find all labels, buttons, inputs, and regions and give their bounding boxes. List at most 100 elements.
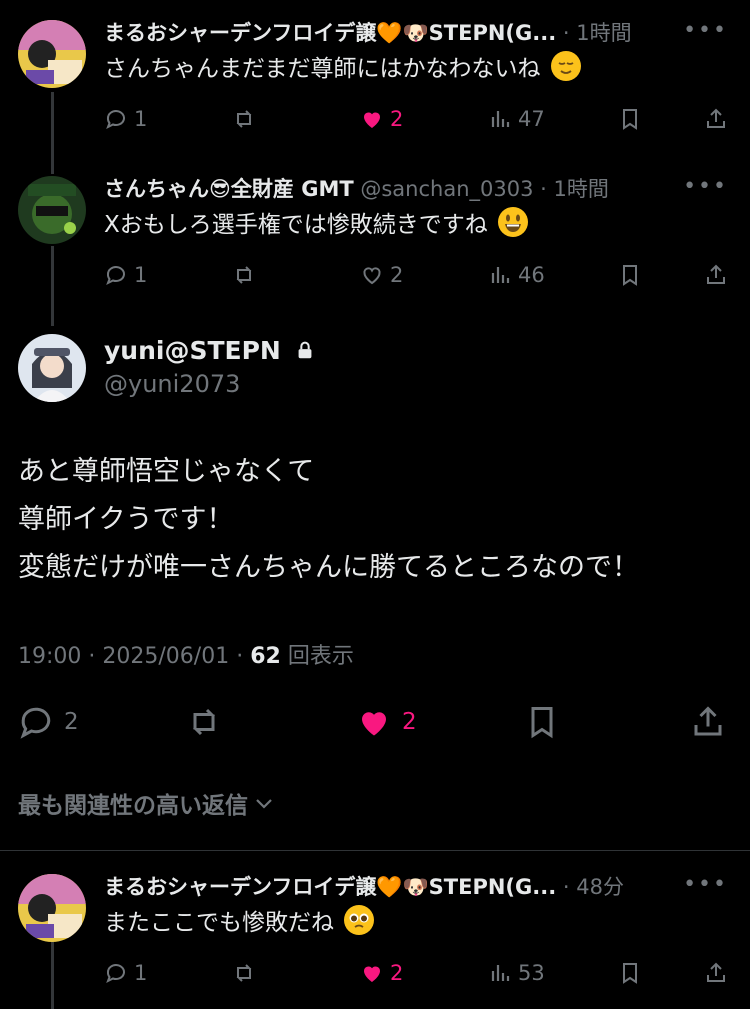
reply-button[interactable]: 2 <box>18 702 79 742</box>
bookmark-button[interactable] <box>524 702 570 742</box>
retweet-button[interactable] <box>232 258 262 292</box>
views-icon <box>491 965 510 981</box>
avatar[interactable] <box>18 874 86 942</box>
more-options-icon[interactable]: ••• <box>683 172 728 202</box>
like-count: 2 <box>402 709 417 735</box>
reply-count: 2 <box>64 709 79 735</box>
reply-sort-dropdown[interactable]: 最も関連性の高い返信 <box>18 786 276 820</box>
reply-header: まるおシャーデンフロイデ譲🧡🐶STEPN(G... · 1時間 <box>104 16 704 50</box>
post-text-line: あと尊師悟空じゃなくて <box>18 456 315 487</box>
author-name[interactable]: まるおシャーデンフロイデ譲🧡🐶STEPN(G... <box>104 875 556 899</box>
bookmark-icon <box>623 109 637 130</box>
post-time-separator: · <box>540 177 554 201</box>
avatar[interactable] <box>18 334 86 402</box>
reply-tweet[interactable]: さんちゃん😎全財産 GMT @sanchan_0303 · 1時間 ••• Xお… <box>0 172 750 302</box>
comment-icon <box>106 964 125 984</box>
post-actions: 2 2 <box>18 702 730 742</box>
reply-text: またここでも惨敗だね <box>104 904 375 942</box>
reply-button[interactable]: 1 <box>104 956 147 990</box>
reply-text-content: またここでも惨敗だね <box>104 910 334 936</box>
author-name[interactable]: まるおシャーデンフロイデ譲🧡🐶STEPN(G... <box>104 21 556 45</box>
share-icon <box>707 264 725 284</box>
author-handle[interactable]: @yuni2073 <box>104 370 240 398</box>
share-icon <box>694 706 722 736</box>
divider <box>0 850 750 851</box>
like-button[interactable]: 2 <box>360 258 403 292</box>
author-name-text: yuni@STEPN <box>104 336 281 365</box>
share-button[interactable] <box>704 102 734 136</box>
reply-button[interactable]: 1 <box>104 258 147 292</box>
chevron-down-icon <box>256 799 272 809</box>
like-button[interactable]: 2 <box>360 956 403 990</box>
reply-text: Xおもしろ選手権では惨敗続きですね <box>104 206 529 244</box>
bookmark-button[interactable] <box>618 102 648 136</box>
pleading-face-emoji <box>344 905 375 935</box>
reply-text-content: Xおもしろ選手権では惨敗続きですね <box>104 212 488 238</box>
author-name[interactable]: さんちゃん😎全財産 GMT <box>104 177 354 201</box>
like-count: 2 <box>390 961 404 985</box>
view-count: 46 <box>518 263 545 287</box>
reply-count: 1 <box>134 961 148 985</box>
post-time[interactable]: 19:00 <box>18 644 81 669</box>
relieved-face-emoji <box>550 51 581 81</box>
lock-icon <box>298 341 311 359</box>
meta-separator: · <box>88 644 103 669</box>
views-button[interactable]: 47 <box>488 102 545 136</box>
post-time[interactable]: 48分 <box>576 875 624 899</box>
view-count: 53 <box>518 961 545 985</box>
bookmark-button[interactable] <box>618 956 648 990</box>
more-options-icon[interactable]: ••• <box>683 16 728 46</box>
view-count: 62 <box>250 644 281 669</box>
share-icon <box>707 962 725 982</box>
retweet-button[interactable] <box>232 956 262 990</box>
retweet-icon <box>192 708 216 736</box>
post-time-separator: · <box>562 875 577 899</box>
author-handle[interactable]: @sanchan_0303 <box>360 177 533 201</box>
like-count: 2 <box>390 107 404 131</box>
like-count: 2 <box>390 263 404 287</box>
post-text: あと尊師悟空じゃなくて 尊師イクうです！ 変態だけが唯一さんちゃんに勝てるところ… <box>18 448 639 592</box>
reply-header: さんちゃん😎全財産 GMT @sanchan_0303 · 1時間 <box>104 172 704 206</box>
reply-text: さんちゃんまだまだ尊師にはかなわないね <box>104 50 581 88</box>
like-button[interactable]: 2 <box>356 702 417 742</box>
post-time[interactable]: 1時間 <box>554 177 609 201</box>
views-label: 回表示 <box>287 644 354 669</box>
bookmark-icon <box>623 963 637 984</box>
comment-icon <box>106 110 125 130</box>
views-button[interactable]: 53 <box>488 956 545 990</box>
reply-sort-label: 最も関連性の高い返信 <box>18 793 248 819</box>
heart-filled-icon <box>364 966 380 982</box>
heart-filled-icon <box>364 112 380 128</box>
post-text-line: 変態だけが唯一さんちゃんに勝てるところなので！ <box>18 552 639 583</box>
views-button[interactable]: 46 <box>488 258 545 292</box>
retweet-button[interactable] <box>232 102 262 136</box>
post-text-line: 尊師イクうです！ <box>18 504 234 535</box>
avatar[interactable] <box>18 20 86 88</box>
share-icon <box>707 108 725 128</box>
bookmark-icon <box>623 265 637 286</box>
post-time-separator: · <box>562 21 577 45</box>
comment-icon <box>20 707 51 739</box>
reply-tweet[interactable]: まるおシャーデンフロイデ譲🧡🐶STEPN(G... · 1時間 ••• さんちゃ… <box>0 16 750 146</box>
avatar[interactable] <box>18 176 86 244</box>
share-button[interactable] <box>690 702 736 742</box>
author-name[interactable]: yuni@STEPN <box>104 336 316 365</box>
reply-button[interactable]: 1 <box>104 102 147 136</box>
retweet-icon <box>236 964 252 982</box>
bookmark-button[interactable] <box>618 258 648 292</box>
share-button[interactable] <box>704 258 734 292</box>
like-button[interactable]: 2 <box>360 102 403 136</box>
reply-actions: 1 2 46 <box>104 258 730 292</box>
reply-count: 1 <box>134 263 148 287</box>
heart-outline-icon <box>363 267 381 285</box>
more-options-icon[interactable]: ••• <box>683 870 728 900</box>
meta-separator: · <box>236 644 251 669</box>
view-count: 47 <box>518 107 545 131</box>
comment-icon <box>106 266 125 286</box>
reply-tweet[interactable]: まるおシャーデンフロイデ譲🧡🐶STEPN(G... · 48分 ••• またここ… <box>0 870 750 1000</box>
retweet-button[interactable] <box>186 702 232 742</box>
post-date[interactable]: 2025/06/01 <box>102 644 229 669</box>
post-time[interactable]: 1時間 <box>576 21 631 45</box>
heart-filled-icon <box>362 712 386 736</box>
share-button[interactable] <box>704 956 734 990</box>
